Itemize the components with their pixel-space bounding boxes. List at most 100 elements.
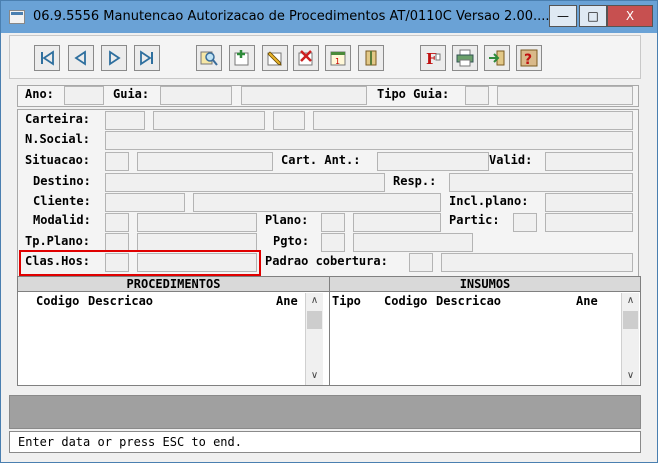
padrao-cobertura-code-field[interactable] [409,253,433,272]
guia-field[interactable] [160,86,232,105]
delete-button[interactable] [293,45,319,71]
incl-plano-field[interactable] [545,193,633,212]
partic-desc-field[interactable] [545,213,633,232]
first-record-button[interactable] [34,45,60,71]
scroll-down-arrow-icon[interactable]: ∨ [306,368,323,384]
edit-icon [267,51,282,66]
export-button[interactable] [484,45,510,71]
scroll-down-arrow-icon[interactable]: ∨ [622,368,639,384]
padrao-cobertura-label: Padrao cobertura: [265,254,388,268]
add-icon [234,50,249,66]
scroll-thumb[interactable] [623,311,638,329]
insumos-col-tipo[interactable]: Tipo [332,292,361,310]
insumos-col-codigo[interactable]: Codigo [384,292,427,310]
print-button[interactable] [452,45,478,71]
pgto-code-field[interactable] [321,233,345,252]
nsocial-field[interactable] [105,131,633,150]
function-button[interactable]: F [420,45,446,71]
cliente-name-field[interactable] [193,193,441,212]
svg-text:1: 1 [335,57,340,66]
procedimentos-grid[interactable]: PROCEDIMENTOS Codigo Descricao Ane ∧ ∨ [17,276,330,386]
situacao-desc-field[interactable] [137,152,273,171]
plano-label: Plano: [265,213,309,227]
plano-code-field[interactable] [321,213,345,232]
modalid-desc-field[interactable] [137,213,257,232]
edit-button[interactable] [262,45,288,71]
window-title: 06.9.5556 Manutencao Autorizacao de Proc… [33,9,550,24]
message-bar: Enter data or press ESC to end. [9,431,641,453]
print-icon [456,49,474,67]
status-message: Enter data or press ESC to end. [18,435,242,449]
resp-label: Resp.: [393,174,437,188]
search-button[interactable] [196,45,222,71]
nsocial-label: N.Social: [25,132,91,146]
insumos-grid[interactable]: INSUMOS Tipo Codigo Descricao Ane ∧ ∨ [329,276,641,386]
next-record-icon [109,50,121,66]
plano-desc-field[interactable] [353,213,441,232]
scroll-thumb[interactable] [307,311,322,329]
delete-icon [298,50,313,66]
valid-field[interactable] [545,152,633,171]
destino-label: Destino: [33,174,91,188]
cliente-label: Cliente: [33,194,91,208]
modalid-label: Modalid: [33,213,91,227]
pgto-desc-field[interactable] [353,233,473,252]
svg-text:F: F [426,50,437,67]
incl-plano-label: Incl.plano: [449,194,529,208]
cart-ant-label: Cart. Ant.: [281,153,361,167]
previous-record-button[interactable] [68,45,94,71]
insumos-col-descricao[interactable]: Descricao [436,292,501,310]
procedimentos-col-codigo[interactable]: Codigo [36,292,79,310]
exit-door-icon [365,50,377,66]
calendar-button[interactable]: 1 [325,45,351,71]
guia-number-field[interactable] [241,86,367,105]
ano-field[interactable] [64,86,104,105]
close-button[interactable]: X [607,5,653,27]
scroll-up-arrow-icon[interactable]: ∧ [622,293,639,309]
pgto-label: Pgto: [273,234,310,248]
tipo-guia-label: Tipo Guia: [377,87,450,101]
scroll-up-arrow-icon[interactable]: ∧ [306,293,323,309]
maximize-button[interactable]: □ [579,5,607,27]
carteira-unit-field[interactable] [105,111,145,130]
resp-field[interactable] [449,173,633,192]
carteira-number-field[interactable] [153,111,265,130]
help-button[interactable]: ? [516,45,542,71]
procedimentos-scrollbar[interactable]: ∧ ∨ [305,293,323,385]
tp-plano-label: Tp.Plano: [25,234,91,248]
exit-button[interactable] [358,45,384,71]
cliente-code-field[interactable] [105,193,185,212]
calendar-icon: 1 [330,51,346,66]
procedimentos-title: PROCEDIMENTOS [18,277,329,292]
situacao-code-field[interactable] [105,152,129,171]
carteira-label: Carteira: [25,112,91,126]
cart-ant-field[interactable] [377,152,489,171]
ano-label: Ano: [25,87,54,101]
app-icon [9,10,25,24]
minimize-button[interactable]: — [549,5,577,27]
next-record-button[interactable] [101,45,127,71]
svg-text:?: ? [524,52,532,67]
modalid-code-field[interactable] [105,213,129,232]
tipo-guia-desc-field[interactable] [497,86,633,105]
partic-field[interactable] [513,213,537,232]
carteira-name-field[interactable] [313,111,633,130]
padrao-cobertura-desc-field[interactable] [441,253,633,272]
export-icon [489,50,505,66]
tipo-guia-code-field[interactable] [465,86,489,105]
add-button[interactable] [229,45,255,71]
application-window: 06.9.5556 Manutencao Autorizacao de Proc… [0,0,658,463]
insumos-title: INSUMOS [330,277,640,292]
insumos-scrollbar[interactable]: ∧ ∨ [621,293,639,385]
procedimentos-col-ane[interactable]: Ane [276,292,298,310]
last-record-button[interactable] [134,45,160,71]
destino-field[interactable] [105,173,385,192]
function-icon: F [426,50,441,67]
help-icon: ? [520,49,538,67]
highlight-box [19,250,261,276]
last-record-icon [140,50,153,66]
insumos-col-ane[interactable]: Ane [576,292,598,310]
carteira-digit-field[interactable] [273,111,305,130]
status-bar [9,395,641,429]
procedimentos-col-descricao[interactable]: Descricao [88,292,153,310]
